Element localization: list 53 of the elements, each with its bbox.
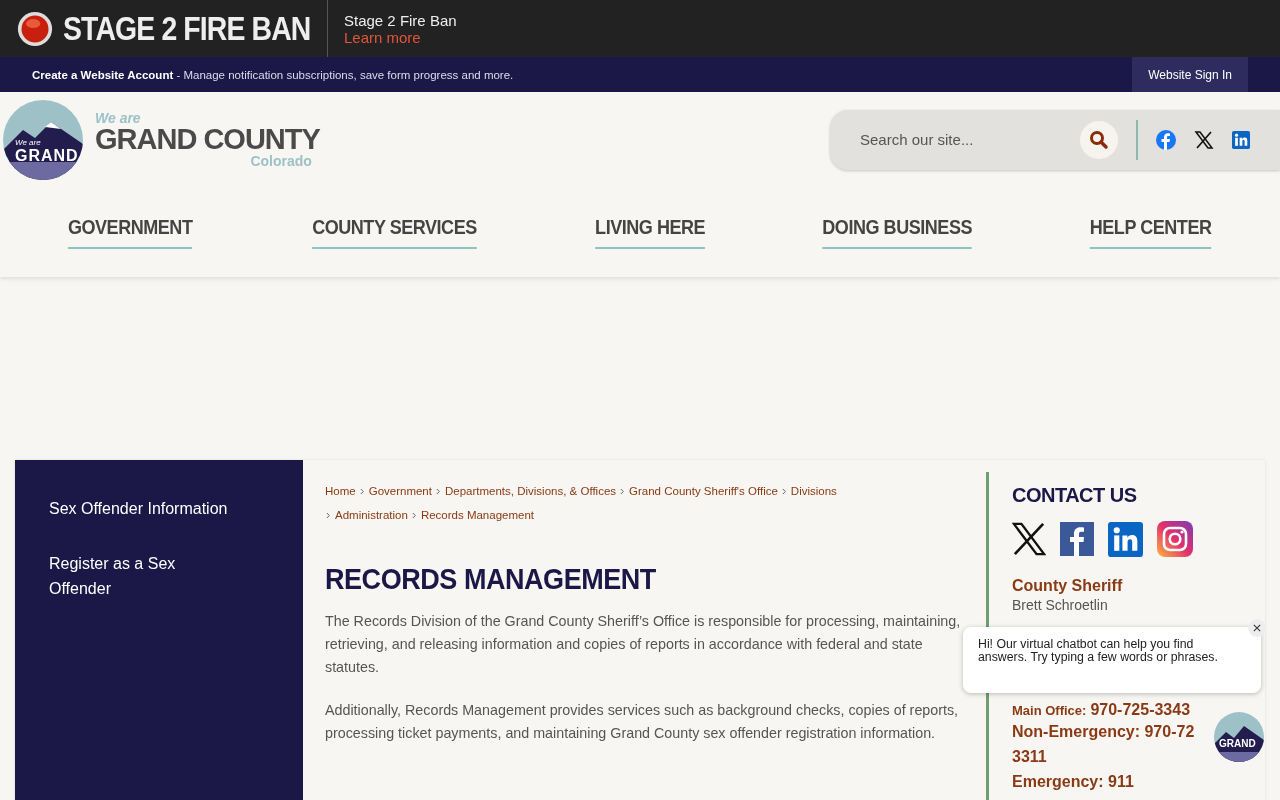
contact-heading: CONTACT US (1012, 484, 1138, 507)
breadcrumb-link[interactable]: Home (325, 482, 356, 500)
nav-link[interactable]: DOING BUSINESS (822, 215, 972, 249)
contact-name: Brett Schroetlin (1012, 597, 1109, 613)
nav-link[interactable]: HELP CENTER (1089, 215, 1212, 249)
breadcrumb-link[interactable]: Divisions (790, 482, 837, 500)
chevron-icon (411, 511, 417, 519)
logo-tagline: We are (95, 111, 142, 125)
close-icon (1253, 624, 1261, 632)
x-logo-icon[interactable] (1194, 129, 1214, 150)
phone-text: 3311 (1012, 747, 1048, 767)
sidebar-link[interactable]: Register as a Sex Offender (49, 551, 219, 601)
chevron-icon (781, 487, 787, 495)
phone-label: Main Office: (1012, 703, 1087, 718)
phone-link[interactable]: 970-725-3343 (1090, 701, 1191, 719)
nav-link[interactable]: COUNTY SERVICES (311, 215, 477, 249)
facebook-icon[interactable] (1156, 129, 1176, 150)
chevron-icon (435, 487, 441, 495)
paragraph: The Records Division of the Grand County Sheriff’s Office is responsible for processing, maintaining, retrieving, and releasing information and copies of reports in accordance with federal and state statutes. (325, 612, 962, 677)
learn-more-link[interactable]: Learn more (344, 28, 457, 46)
search-field[interactable]: Search our site... (858, 130, 1062, 149)
contact-title: County Sheriff (1012, 577, 1124, 595)
nav-link[interactable]: LIVING HERE (594, 215, 705, 249)
chevron-icon (326, 511, 331, 519)
alert-light-icon (17, 10, 53, 47)
logo-region: Colorado (250, 154, 312, 168)
breadcrumb-link[interactable]: Administration (335, 506, 408, 524)
sidebar-link[interactable]: Sex Offender Information (49, 496, 269, 521)
alert-message: Stage 2 Fire Ban (344, 11, 457, 29)
sign-in-button[interactable]: Website Sign In (1132, 57, 1248, 92)
instagram-icon[interactable] (1157, 521, 1193, 557)
paragraph: Additionally, Records Management provides services such as background checks, copies of reports, processing ticket payments, and maintaining Grand County sex offender registration information. (325, 701, 960, 743)
search-icon (1089, 129, 1109, 150)
linkedin-icon[interactable] (1232, 130, 1250, 149)
search-button[interactable] (1080, 120, 1118, 159)
breadcrumb-link[interactable]: Departments, Divisions, & Offices (444, 482, 617, 500)
logo-badge[interactable]: We are GRAND (3, 99, 83, 180)
phone-text: Non-Emergency: 970-72 (1012, 722, 1196, 742)
chevron-icon (620, 487, 626, 495)
nav-link[interactable]: GOVERNMENT (68, 215, 193, 249)
chevron-icon (359, 487, 365, 495)
chatbot-message: Hi! Our virtual chatbot can help you find answers. Try typing a few words or phrases. (978, 638, 1219, 664)
alert-title: STAGE 2 FIRE BAN (63, 9, 311, 48)
page-title: RECORDS MANAGEMENT (325, 562, 657, 596)
account-message: Create a Website Account - Manage notification subscriptions, save form progress and more. (32, 68, 514, 81)
breadcrumb-link[interactable]: Records Management (420, 506, 535, 524)
linkedin-icon[interactable] (1108, 521, 1143, 557)
facebook-icon[interactable] (1060, 522, 1094, 556)
x-logo-icon[interactable] (1012, 521, 1046, 557)
breadcrumb-link[interactable]: Grand County Sheriff's Office (629, 482, 778, 500)
phone-text: Emergency: 911 (1012, 772, 1135, 792)
breadcrumb-link[interactable]: Government (368, 482, 432, 500)
logo-name: GRAND COUNTY (95, 125, 320, 154)
